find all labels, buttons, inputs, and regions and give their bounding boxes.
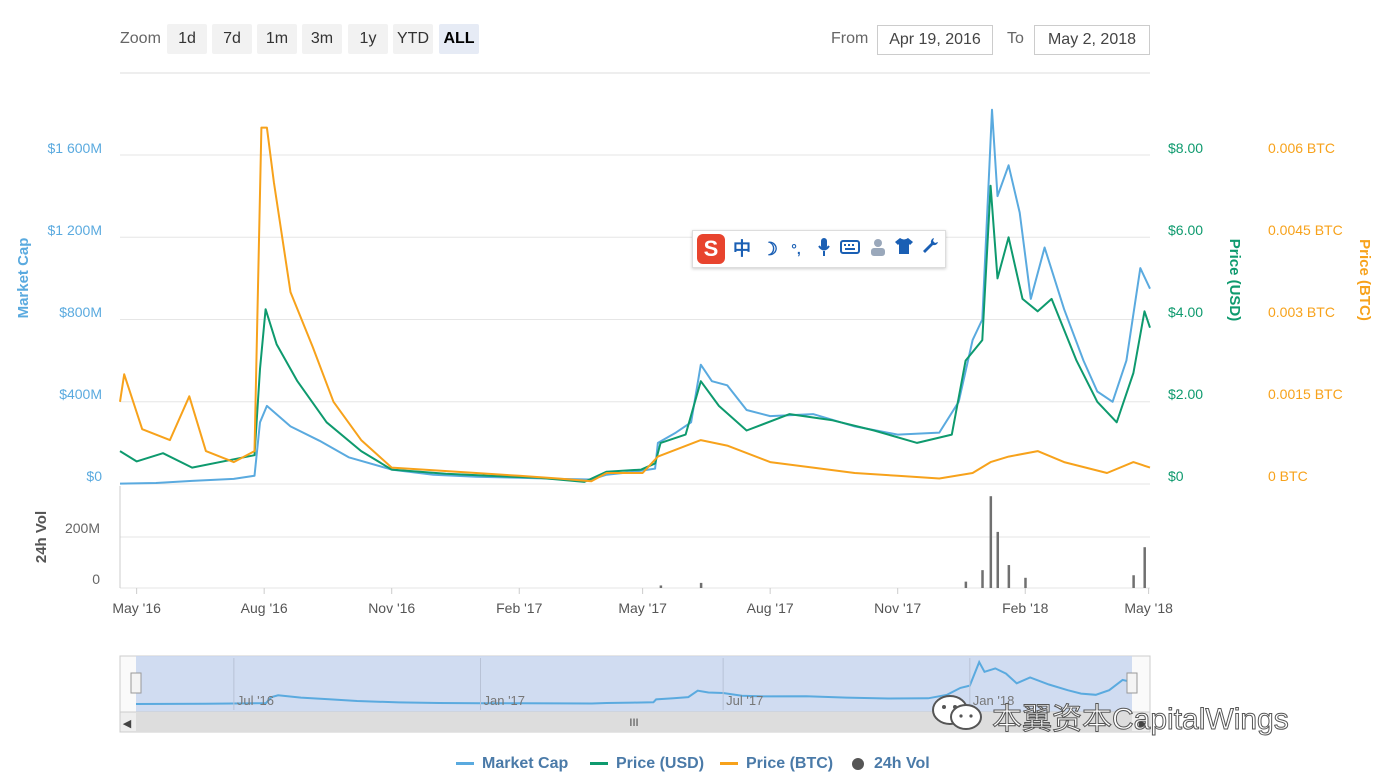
navigator-tick-label: Jan '17 — [484, 693, 526, 708]
legend: Market Cap Price (USD) Price (BTC) 24h V… — [0, 752, 1384, 776]
legend-swatch — [720, 762, 738, 766]
user-icon[interactable] — [867, 237, 889, 261]
scroll-left-icon[interactable]: ◀ — [123, 718, 132, 730]
x-tick-label: Feb '18 — [1002, 600, 1048, 616]
series-line-price-btc — [119, 126, 1151, 483]
btc-tick: 0.0045 BTC — [1268, 222, 1343, 238]
x-tick-label: May '18 — [1124, 600, 1173, 616]
volume-axis-title: 24h Vol — [33, 511, 50, 563]
usd-tick: $2.00 — [1168, 386, 1203, 402]
x-tick-label: Aug '16 — [241, 600, 288, 616]
scrollbar-grip-icon: III — [629, 717, 638, 729]
mc-tick: $1 600M — [48, 140, 102, 156]
mc-tick: $800M — [59, 304, 102, 320]
chinese-mode-icon[interactable]: 中 — [731, 237, 753, 261]
volume-bar — [1132, 575, 1135, 588]
x-axis-ticks: May '16 Aug '16 Nov '16 Feb '17 May '17 Aug '… — [112, 588, 1173, 616]
btc-tick: 0 BTC — [1268, 468, 1308, 484]
legend-swatch — [590, 762, 608, 766]
wechat-icon — [932, 695, 982, 730]
x-tick-label: May '16 — [112, 600, 161, 616]
legend-price-usd[interactable]: Price (USD) — [590, 752, 704, 776]
x-tick-label: Nov '17 — [874, 600, 921, 616]
x-tick-label: Aug '17 — [747, 600, 794, 616]
vol-tick: 200M — [65, 520, 100, 536]
watermark: 本翼资本CapitalWings — [928, 690, 1348, 737]
volume-bar — [1024, 577, 1027, 588]
x-tick-label: Feb '17 — [496, 600, 542, 616]
legend-24h-vol[interactable]: 24h Vol — [852, 752, 930, 776]
volume-bar — [996, 531, 1000, 588]
legend-price-btc[interactable]: Price (BTC) — [720, 752, 833, 776]
legend-label: Price (BTC) — [746, 755, 834, 772]
usd-tick: $4.00 — [1168, 304, 1203, 320]
mic-icon[interactable] — [813, 237, 835, 261]
btc-tick: 0.0015 BTC — [1268, 386, 1343, 402]
volume-bar — [659, 585, 663, 588]
vol-tick: 0 — [92, 571, 100, 587]
moon-icon[interactable]: ☽ — [759, 237, 781, 261]
mc-tick: $0 — [86, 468, 102, 484]
series-line-market-cap — [119, 108, 1151, 485]
legend-label: 24h Vol — [874, 755, 930, 772]
ime-toolbar[interactable]: S 中 ☽ °, — [692, 230, 946, 268]
punctuation-icon[interactable]: °, — [785, 237, 807, 261]
usd-tick: $8.00 — [1168, 140, 1203, 156]
volume-bar — [964, 581, 968, 588]
usd-tick: $6.00 — [1168, 222, 1203, 238]
volume-bar — [1143, 547, 1146, 588]
legend-swatch — [456, 762, 474, 766]
market-cap-axis-title: Market Cap — [15, 238, 32, 319]
wrench-icon[interactable] — [919, 237, 941, 261]
watermark-text: 本翼资本CapitalWings — [992, 703, 1290, 737]
btc-tick: 0.006 BTC — [1268, 140, 1335, 156]
usd-tick: $0 — [1168, 468, 1184, 484]
price-chart: Market Cap Price (USD) Price (BTC) 24h V… — [15, 72, 1373, 733]
price-usd-axis-title: Price (USD) — [1226, 239, 1243, 322]
price-btc-axis-title: Price (BTC) — [1356, 239, 1373, 321]
mc-tick: $400M — [59, 386, 102, 402]
grid-lines — [120, 154, 1150, 485]
sogou-logo-icon[interactable]: S — [697, 234, 725, 264]
legend-dot — [852, 757, 864, 770]
shirt-icon[interactable] — [893, 237, 915, 261]
navigator-tick-label: Jul '17 — [726, 693, 763, 708]
legend-label: Price (USD) — [616, 755, 705, 772]
volume-bar — [989, 496, 993, 588]
legend-market-cap[interactable]: Market Cap — [456, 752, 568, 776]
x-tick-label: May '17 — [618, 600, 667, 616]
navigator-left-handle[interactable] — [130, 672, 142, 694]
series-line-price-usd — [119, 184, 1151, 483]
mc-tick: $1 200M — [48, 222, 102, 238]
btc-tick: 0.003 BTC — [1268, 304, 1335, 320]
volume-bar — [981, 570, 984, 588]
volume-grid-lines — [119, 486, 1150, 589]
navigator-tick-label: Jul '16 — [237, 693, 274, 708]
volume-bar — [1007, 565, 1011, 588]
keyboard-icon[interactable] — [839, 237, 861, 261]
legend-label: Market Cap — [482, 755, 569, 772]
x-tick-label: Nov '16 — [368, 600, 415, 616]
volume-bar — [699, 582, 703, 588]
series-layer — [119, 108, 1151, 588]
